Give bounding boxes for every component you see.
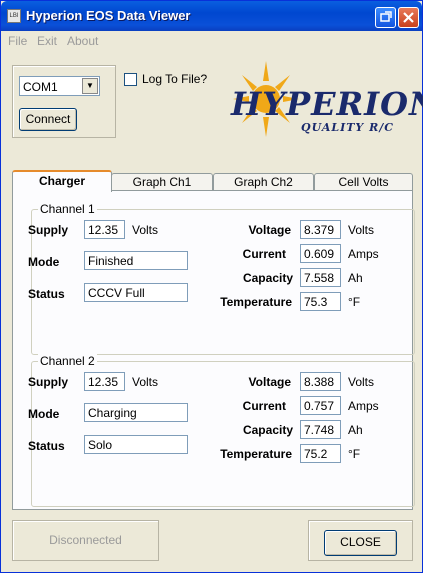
ch2-temperature-field[interactable]: 75.2 (300, 444, 341, 463)
close-window-button[interactable] (398, 7, 419, 28)
ch2-voltage-field[interactable]: 8.388 (300, 372, 341, 391)
close-button[interactable]: CLOSE (324, 530, 397, 556)
app-icon[interactable]: LBI (7, 9, 21, 23)
ch1-mode-field[interactable]: Finished (84, 251, 188, 270)
window-title: Hyperion EOS Data Viewer (26, 8, 191, 23)
connection-status: Disconnected (12, 520, 159, 561)
ch2-status-label: Status (28, 439, 65, 453)
close-icon (403, 12, 414, 23)
ch2-current-label: Current (242, 399, 286, 413)
ch2-temperature-unit: °F (348, 447, 361, 461)
ch2-voltage-unit: Volts (348, 375, 375, 389)
title-bar[interactable]: LBI Hyperion EOS Data Viewer (1, 1, 422, 31)
log-to-file-checkbox[interactable] (124, 73, 137, 86)
ch2-current-field[interactable]: 0.757 (300, 396, 341, 415)
ch1-voltage-label: Voltage (248, 223, 291, 237)
menu-file[interactable]: File (8, 34, 27, 48)
ch2-mode-label: Mode (28, 407, 60, 421)
ch2-voltage-label: Voltage (248, 375, 291, 389)
ch1-supply-unit: Volts (132, 223, 159, 237)
ch1-current-unit: Amps (348, 247, 379, 261)
menu-bar: File Exit About (1, 32, 422, 50)
ch1-status-field[interactable]: CCCV Full (84, 283, 188, 302)
com-port-select[interactable]: COM1 ▼ (19, 76, 100, 96)
ch1-temperature-field[interactable]: 75.3 (300, 292, 341, 311)
ch1-capacity-unit: Ah (348, 271, 363, 285)
ch1-voltage-field[interactable]: 8.379 (300, 220, 341, 239)
menu-exit[interactable]: Exit (37, 34, 57, 48)
ch1-mode-label: Mode (28, 255, 60, 269)
com-port-value: COM1 (23, 80, 58, 94)
connect-button[interactable]: Connect (19, 108, 77, 131)
ch1-capacity-label: Capacity (242, 271, 293, 285)
restore-button[interactable] (375, 7, 396, 28)
chevron-down-icon[interactable]: ▼ (82, 78, 98, 94)
ch1-voltage-unit: Volts (348, 223, 375, 237)
ch2-capacity-unit: Ah (348, 423, 363, 437)
ch2-temperature-label: Temperature (220, 447, 292, 461)
ch2-mode-field[interactable]: Charging (84, 403, 188, 422)
ch2-status-field[interactable]: Solo (84, 435, 188, 454)
hyperion-logo: HYPERION QUALITY R/C (231, 57, 423, 142)
restore-icon (380, 11, 392, 22)
channel2-title: Channel 2 (38, 354, 97, 368)
tab-graph-ch1[interactable]: Graph Ch1 (111, 173, 213, 191)
ch1-current-field[interactable]: 0.609 (300, 244, 341, 263)
ch1-capacity-field[interactable]: 7.558 (300, 268, 341, 287)
ch1-temperature-unit: °F (348, 295, 361, 309)
ch1-status-label: Status (28, 287, 65, 301)
menu-about[interactable]: About (67, 34, 98, 48)
logo-word: HYPERION (231, 85, 423, 123)
tab-content-panel: Channel 1 Channel 2 (12, 190, 415, 510)
logo-tagline: QUALITY R/C (301, 121, 395, 134)
ch2-supply-field[interactable]: 12.35 (84, 372, 125, 391)
tab-charger[interactable]: Charger (12, 170, 112, 192)
ch2-supply-label: Supply (28, 375, 69, 389)
ch1-supply-label: Supply (28, 223, 69, 237)
ch2-current-unit: Amps (348, 399, 379, 413)
ch2-capacity-field[interactable]: 7.748 (300, 420, 341, 439)
channel1-title: Channel 1 (38, 202, 97, 216)
log-to-file-label: Log To File? (142, 72, 208, 86)
app-window: LBI Hyperion EOS Data Viewer File Exit A… (0, 0, 423, 573)
tab-graph-ch2[interactable]: Graph Ch2 (213, 173, 314, 191)
tab-cell-volts[interactable]: Cell Volts (314, 173, 413, 191)
ch1-supply-field[interactable]: 12.35 (84, 220, 125, 239)
ch2-capacity-label: Capacity (242, 423, 293, 437)
ch2-supply-unit: Volts (132, 375, 159, 389)
ch1-current-label: Current (242, 247, 286, 261)
ch1-temperature-label: Temperature (220, 295, 292, 309)
